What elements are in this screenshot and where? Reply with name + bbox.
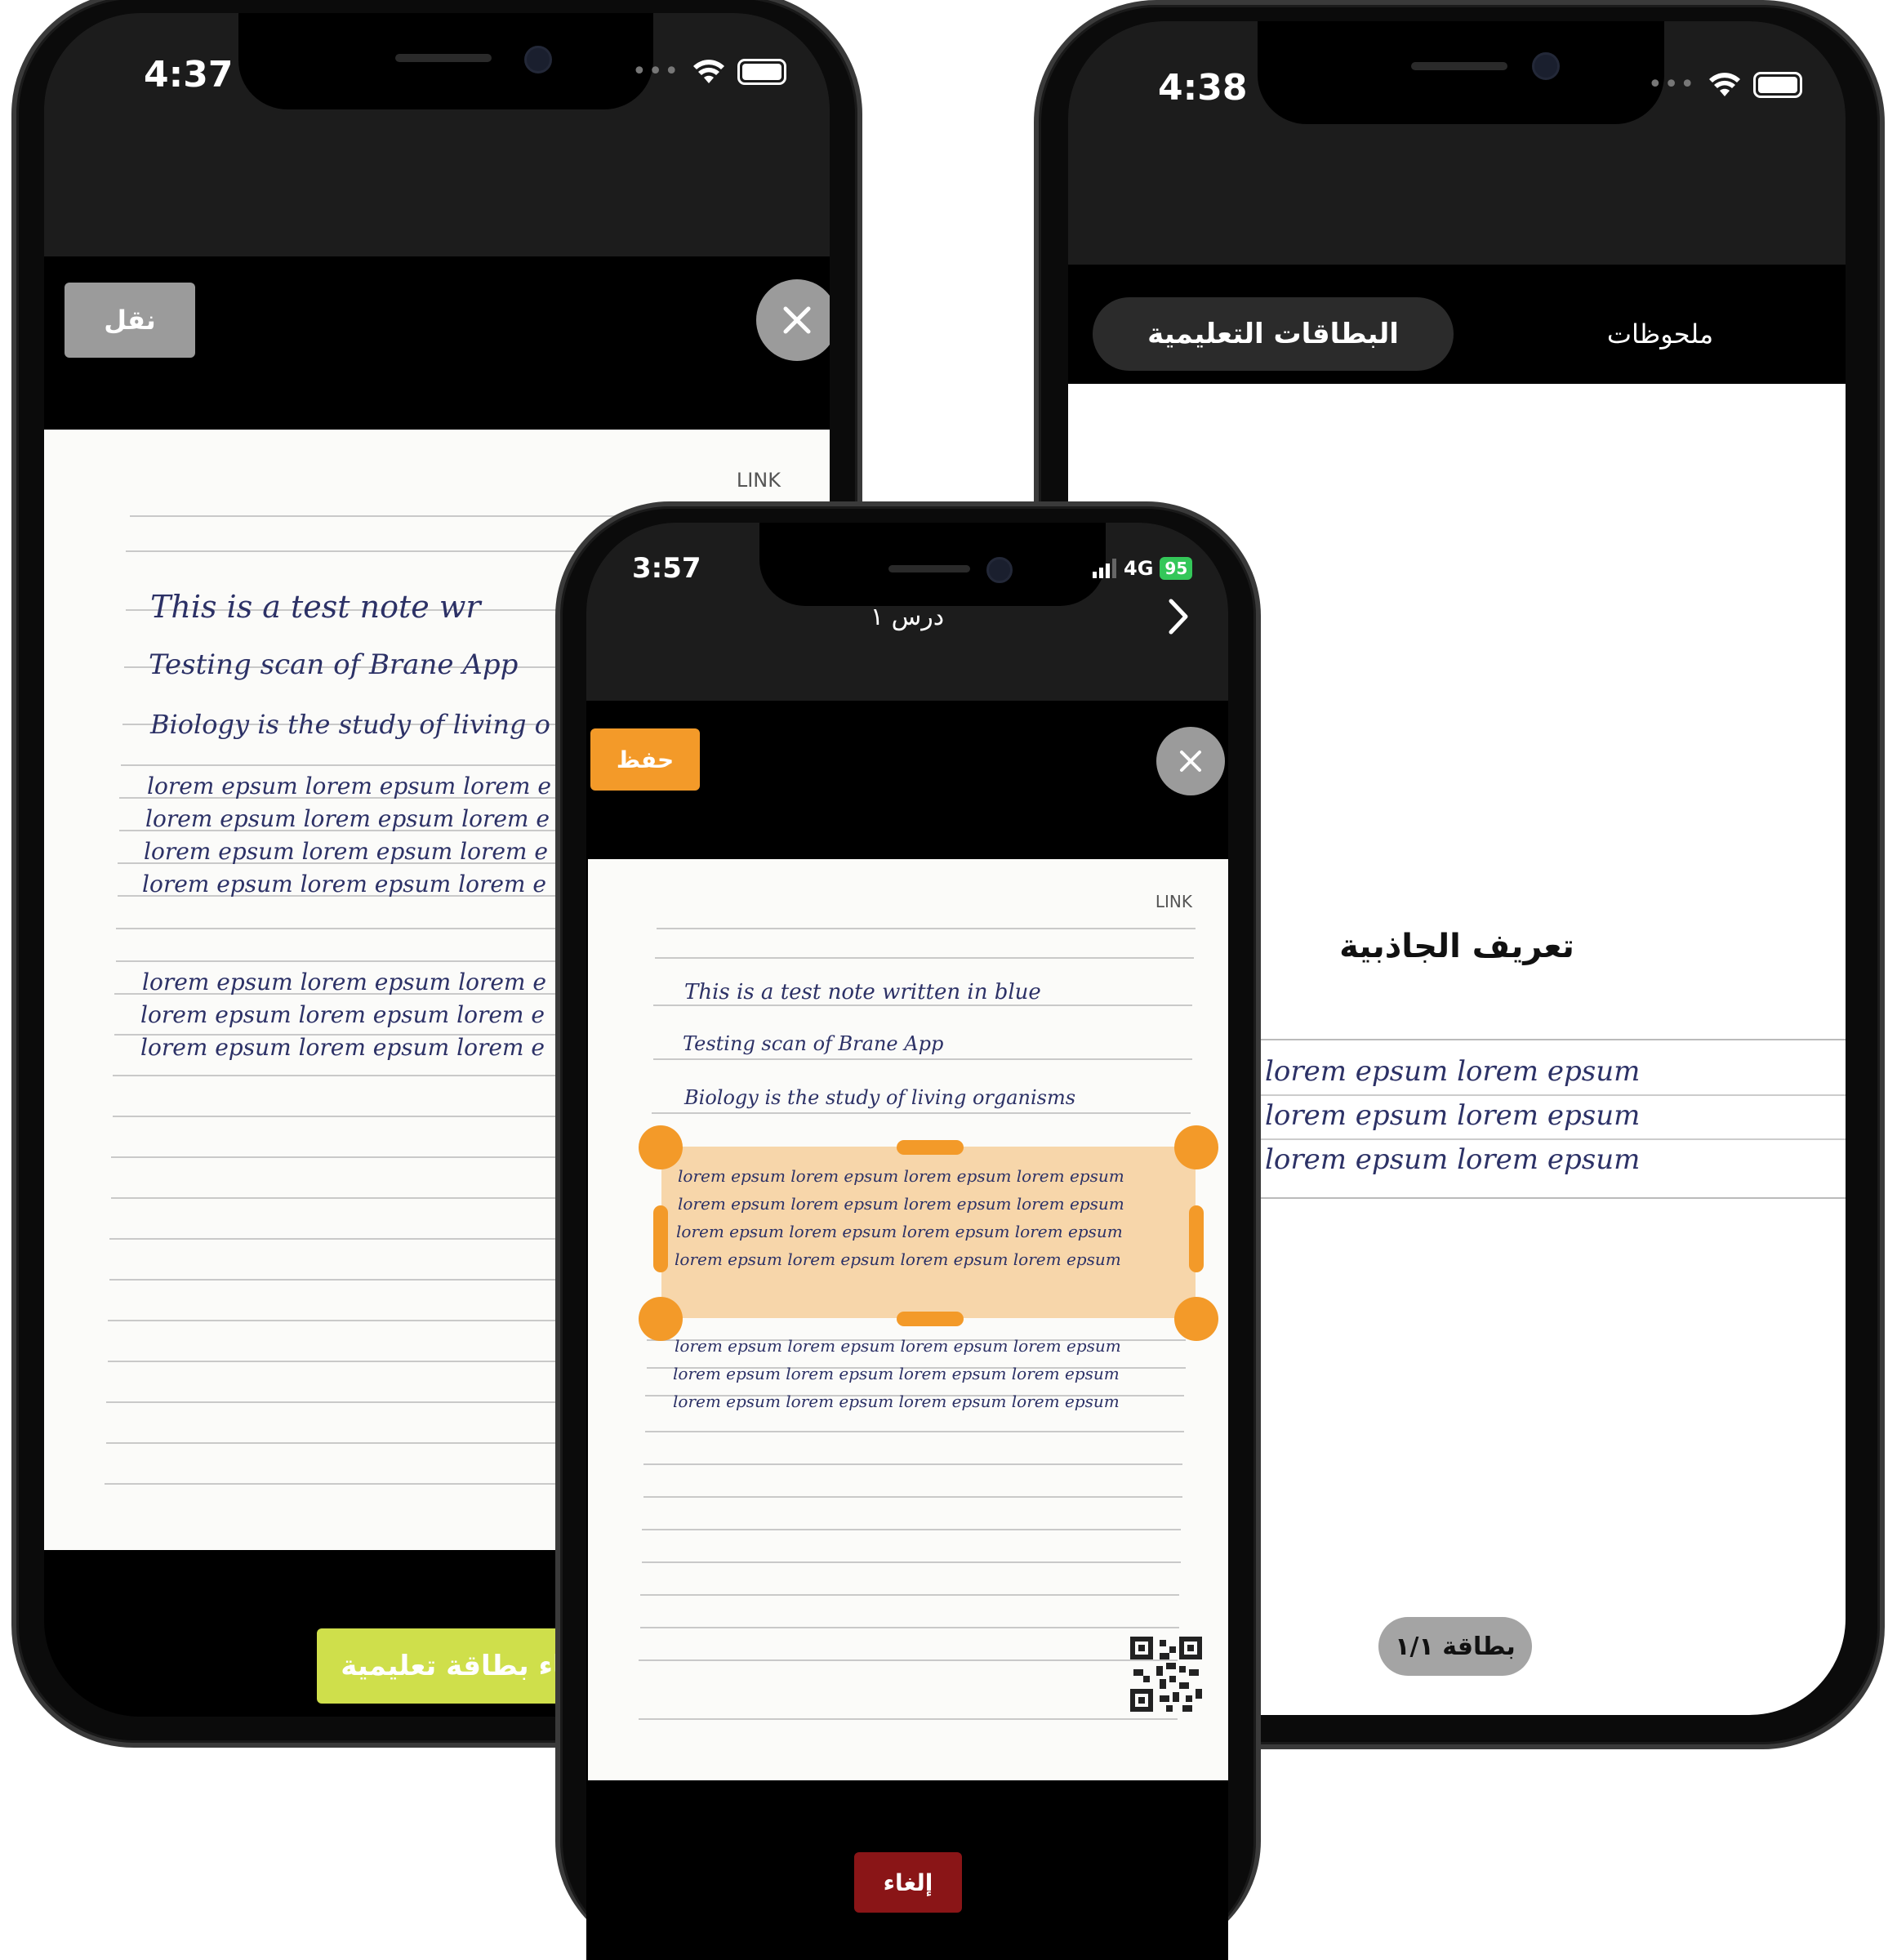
battery-icon (1753, 71, 1803, 98)
left-speaker (395, 54, 492, 62)
center-status-time: 3:57 (632, 552, 701, 585)
crop-handle-left[interactable] (653, 1205, 668, 1272)
right-status-icons: ••• (1648, 70, 1803, 99)
right-speaker (1411, 62, 1507, 70)
handwritten-row: lorem epsum lorem epsum lorem e (140, 1001, 545, 1028)
center-notch (759, 523, 1106, 606)
handwritten-row: lorem epsum lorem epsum lorem e (145, 805, 550, 832)
wifi-icon (693, 59, 725, 83)
page-rule (653, 1004, 1192, 1006)
page-rule (643, 1463, 1182, 1465)
page-rule (653, 1058, 1192, 1060)
center-camera (986, 557, 1013, 583)
handwritten-row: lorem epsum lorem epsum lorem epsum lore… (673, 1392, 1120, 1411)
page-rule (642, 1529, 1181, 1530)
cancel-button[interactable]: إلغاء (854, 1852, 962, 1913)
battery-level-badge: 95 (1160, 557, 1193, 580)
handwritten-row: lorem epsum lorem epsum lorem e (142, 969, 546, 996)
crop-handle-top-left[interactable] (639, 1125, 683, 1169)
right-status-time: 4:38 (1158, 67, 1248, 109)
handwritten-row: lorem epsum lorem epsum lorem epsum lore… (678, 1166, 1124, 1186)
crop-handle-bottom[interactable] (897, 1312, 964, 1326)
handwritten-line: Biology is the study of living o (150, 709, 550, 740)
handwritten-row: lorem epsum lorem epsum lorem e (144, 838, 548, 865)
handwritten-row: lorem epsum lorem epsum lorem epsum lore… (673, 1364, 1120, 1383)
crop-handle-top[interactable] (897, 1140, 964, 1155)
cellular-signal-icon (1093, 559, 1116, 578)
handwritten-row: lorem epsum lorem epsum lorem e (142, 871, 546, 898)
handwritten-line: Testing scan of Brane App (149, 648, 519, 681)
signal-dots-icon: ••• (1648, 70, 1697, 99)
center-close-button[interactable] (1156, 727, 1225, 795)
move-button[interactable]: نقل (65, 283, 195, 358)
page-rule (640, 1627, 1179, 1628)
center-status-icons: 4G 95 (1093, 557, 1193, 580)
network-label: 4G (1124, 557, 1154, 580)
page-rule (639, 1718, 1178, 1720)
center-page-label: LINK (1155, 892, 1192, 911)
nav-title: درس ١ (870, 603, 945, 631)
page-rule (655, 957, 1194, 959)
page-rule (639, 1659, 1178, 1661)
close-icon (783, 306, 811, 334)
crop-handle-bottom-right[interactable] (1174, 1297, 1218, 1341)
center-speaker (888, 565, 970, 572)
handwritten-row: lorem epsum lorem epsum lorem epsum lore… (678, 1194, 1124, 1214)
handwritten-line: Biology is the study of living organisms (684, 1086, 1076, 1109)
page-rule (640, 1594, 1179, 1596)
left-status-time: 4:37 (144, 54, 234, 96)
handwritten-line: Testing scan of Brane App (683, 1032, 944, 1055)
qr-code-icon (1130, 1637, 1202, 1712)
right-notch (1258, 21, 1664, 124)
wifi-icon (1709, 72, 1741, 96)
close-icon (1180, 751, 1201, 772)
center-scanned-page: LINK This is a test note written in blue… (588, 859, 1228, 1780)
handwritten-row: lorem epsum lorem epsum lorem epsum lore… (675, 1336, 1121, 1356)
tab-flashcards[interactable]: البطاقات التعليمية (1093, 297, 1454, 371)
page-rule (652, 1112, 1191, 1114)
handwritten-row: lorem epsum lorem epsum lorem e (140, 1034, 545, 1061)
card-counter-badge: بطاقة ١/١ (1378, 1617, 1532, 1676)
tab-notes[interactable]: ملحوظات (1525, 297, 1795, 371)
handwritten-line: This is a test note wr (150, 589, 481, 625)
left-camera (524, 46, 552, 74)
page-rule (643, 1496, 1182, 1498)
battery-icon (737, 58, 787, 85)
page-rule (657, 928, 1196, 929)
crop-handle-right[interactable] (1189, 1205, 1204, 1272)
center-phone-screen: 3:57 4G 95 درس ١ حفظ LINK This is a test… (586, 523, 1228, 1960)
crop-handle-bottom-left[interactable] (639, 1297, 683, 1341)
chevron-right-icon[interactable] (1166, 598, 1191, 635)
left-status-icons: ••• (632, 57, 787, 86)
right-camera (1532, 52, 1560, 80)
handwritten-row: lorem epsum lorem epsum lorem epsum lore… (676, 1222, 1123, 1241)
crop-handle-top-right[interactable] (1174, 1125, 1218, 1169)
left-page-label: LINK (736, 469, 781, 492)
handwritten-line: This is a test note written in blue (684, 980, 1041, 1004)
center-phone-frame: 3:57 4G 95 درس ١ حفظ LINK This is a test… (555, 501, 1261, 1960)
handwritten-row: lorem epsum lorem epsum lorem e (147, 773, 551, 800)
page-rule (645, 1431, 1184, 1432)
handwritten-row: lorem epsum lorem epsum lorem epsum lore… (675, 1250, 1121, 1269)
crop-selection[interactable]: lorem epsum lorem epsum lorem epsum lore… (661, 1147, 1196, 1318)
save-button[interactable]: حفظ (590, 728, 700, 791)
page-rule (642, 1561, 1181, 1563)
left-close-button[interactable] (756, 279, 830, 361)
signal-dots-icon: ••• (632, 57, 681, 86)
